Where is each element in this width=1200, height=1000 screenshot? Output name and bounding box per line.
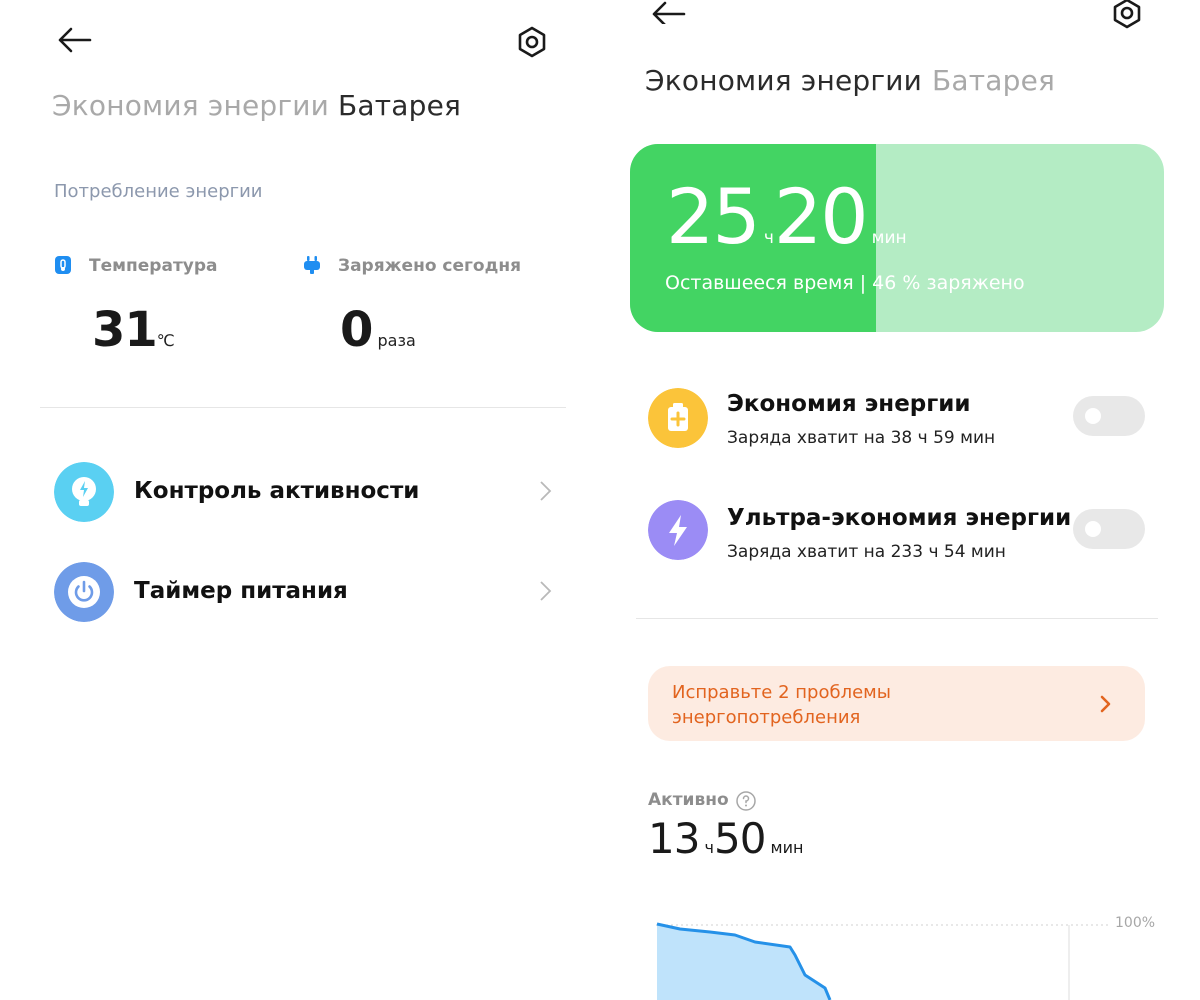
active-minutes-unit: мин [770, 838, 804, 857]
temperature-value: 31 [92, 302, 158, 358]
chevron-right-icon [540, 481, 552, 501]
power-timer-title: Таймер питания [134, 578, 348, 604]
lightning-icon [648, 500, 708, 560]
back-arrow-icon[interactable] [56, 24, 92, 56]
section-label: Потребление энергии [54, 181, 263, 202]
active-time: 13 ч50 мин [648, 814, 803, 863]
chevron-right-icon [1100, 695, 1111, 713]
active-hours-unit: ч [704, 838, 714, 857]
temperature-label: Температура [89, 256, 218, 276]
power-saving-title: Экономия энергии [727, 391, 971, 417]
divider [636, 618, 1158, 619]
temperature-value-group: 31℃ [92, 302, 175, 358]
active-label: Активно [648, 790, 729, 810]
settings-gear-icon[interactable] [514, 24, 550, 60]
divider [40, 407, 566, 408]
ultra-power-saving-title: Ультра-экономия энергии [727, 505, 1072, 531]
remaining-hours: 25 [666, 172, 761, 261]
back-arrow-icon[interactable] [650, 0, 686, 24]
active-minutes: 50 [714, 814, 766, 863]
remaining-minutes-unit: мин [871, 228, 907, 248]
thermometer-icon [55, 256, 71, 274]
power-icon [54, 562, 114, 622]
plug-icon [304, 256, 320, 274]
battery-plus-icon [648, 388, 708, 448]
charged-today-unit: раза [377, 331, 416, 350]
fix-issues-banner[interactable]: Исправьте 2 проблемы энергопотребления [648, 666, 1145, 741]
power-timer-row[interactable]: Таймер питания [40, 560, 566, 624]
toggle-knob [1085, 521, 1101, 537]
remaining-time: 25 ч20 мин [666, 172, 907, 261]
charged-today-value-group: 0 раза [340, 302, 416, 358]
help-icon[interactable] [735, 790, 757, 812]
power-saving-toggle[interactable] [1073, 396, 1145, 436]
axis-label-top: 100% [1115, 915, 1156, 931]
tab-power-saving[interactable]: Экономия энергии [52, 89, 329, 122]
tab-power-saving[interactable]: Экономия энергии [645, 64, 922, 97]
remaining-hours-unit: ч [763, 228, 774, 248]
activity-control-title: Контроль активности [134, 478, 420, 504]
fix-issues-text: Исправьте 2 проблемы энергопотребления [672, 682, 891, 728]
toggle-knob [1085, 408, 1101, 424]
charged-today-value: 0 [340, 302, 373, 358]
lightbulb-icon [54, 462, 114, 522]
tab-battery[interactable]: Батарея [338, 89, 461, 122]
ultra-power-saving-toggle[interactable] [1073, 509, 1145, 549]
battery-area [657, 924, 830, 1000]
settings-gear-icon[interactable] [1109, 0, 1145, 32]
charged-today-label: Заряжено сегодня [338, 256, 521, 276]
remaining-minutes: 20 [773, 172, 869, 261]
activity-control-row[interactable]: Контроль активности [40, 460, 566, 524]
temperature-unit: ℃ [156, 331, 175, 350]
chevron-right-icon [540, 581, 552, 601]
remaining-label: Оставшееся время | 46 % заряжено [665, 272, 1025, 294]
power-saving-subtitle: Заряда хватит на 38 ч 59 мин [727, 428, 996, 448]
active-hours: 13 [648, 814, 700, 863]
ultra-power-saving-subtitle: Заряда хватит на 233 ч 54 мин [727, 542, 1006, 562]
battery-status-card: 25 ч20 мин Оставшееся время | 46 % заряж… [630, 144, 1164, 332]
tab-battery[interactable]: Батарея [932, 64, 1055, 97]
